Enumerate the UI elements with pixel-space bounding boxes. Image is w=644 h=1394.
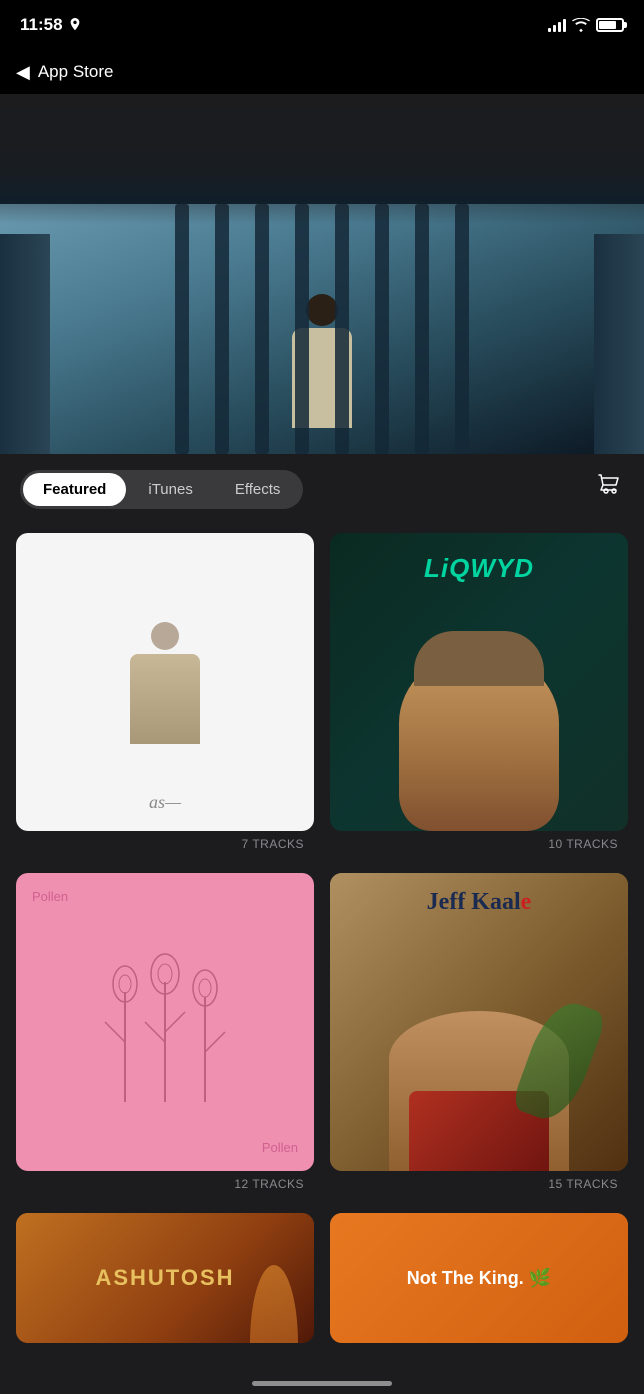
a1-head <box>151 622 179 650</box>
segment-control: Featured iTunes Effects <box>20 470 303 509</box>
king-title: Not The King. 🌿 <box>397 1258 561 1299</box>
album-card-2[interactable]: LiQWYD <box>330 533 628 831</box>
hero-scene <box>0 204 644 454</box>
jeff-face-container <box>389 971 569 1171</box>
album-card-king[interactable]: Not The King. 🌿 <box>330 1213 628 1343</box>
tab-featured[interactable]: Featured <box>23 473 126 506</box>
album-1-signature: as— <box>149 792 181 813</box>
jeff-name-highlight: e <box>521 889 532 915</box>
album-item-4: Jeff Kaale 15 TRACKS <box>330 873 628 1197</box>
hero-blur-overlay <box>0 94 644 224</box>
back-label[interactable]: App Store <box>38 62 114 82</box>
tab-bar: Featured iTunes Effects <box>0 454 644 525</box>
album-card-ashutosh[interactable]: ASHUTOSH <box>16 1213 314 1343</box>
cart-icon[interactable] <box>596 472 624 507</box>
pollen-label-bottom: Pollen <box>262 1140 298 1155</box>
album-artwork-4: Jeff Kaale <box>330 873 628 1171</box>
wifi-icon <box>572 18 590 32</box>
a1-body <box>130 654 200 744</box>
album-2-track-count: 10 TRACKS <box>330 831 628 857</box>
jeff-name: Jeff Kaale <box>427 889 532 915</box>
tab-effects[interactable]: Effects <box>215 473 301 506</box>
pollen-flowers-svg <box>95 942 235 1102</box>
jeff-title: Jeff Kaale <box>346 889 612 916</box>
status-icons <box>548 18 624 32</box>
signal-strength-icon <box>548 18 566 32</box>
album-3-track-count: 12 TRACKS <box>16 1171 314 1197</box>
album-artwork-1: as— <box>16 533 314 831</box>
liqwyd-title: LiQWYD <box>424 553 534 584</box>
left-pillar <box>0 234 50 454</box>
album-item-3: Pollen <box>16 873 314 1197</box>
tab-itunes[interactable]: iTunes <box>128 473 212 506</box>
hero-banner <box>0 94 644 454</box>
album-item-2: LiQWYD 10 TRACKS <box>330 533 628 857</box>
album-bottom-row: ASHUTOSH Not The King. 🌿 <box>0 1213 644 1363</box>
album-card-3[interactable]: Pollen <box>16 873 314 1171</box>
album-1-figure <box>105 622 225 752</box>
album-card-1[interactable]: as— <box>16 533 314 831</box>
location-icon <box>68 18 82 32</box>
back-arrow-icon[interactable]: ◀ <box>16 62 30 83</box>
album-grid: as— 7 TRACKS LiQWYD 10 TRACKS <box>0 525 644 1213</box>
battery-icon <box>596 18 624 32</box>
album-card-4[interactable]: Jeff Kaale <box>330 873 628 1171</box>
album-4-track-count: 15 TRACKS <box>330 1171 628 1197</box>
time-display: 11:58 <box>20 15 63 35</box>
album-artwork-2: LiQWYD <box>330 533 628 831</box>
bars-decoration <box>0 204 644 454</box>
ashutosh-title: ASHUTOSH <box>95 1265 234 1291</box>
liqwyd-face <box>330 622 628 831</box>
status-bar: 11:58 <box>0 0 644 50</box>
right-pillar <box>594 234 644 454</box>
pollen-label-top: Pollen <box>32 889 68 904</box>
album-1-track-count: 7 TRACKS <box>16 831 314 857</box>
beanie-shape <box>414 631 544 686</box>
navigation-bar: ◀ App Store <box>0 50 644 94</box>
home-indicator <box>252 1381 392 1386</box>
album-item-1: as— 7 TRACKS <box>16 533 314 857</box>
album-artwork-3: Pollen <box>16 873 314 1171</box>
status-time: 11:58 <box>20 15 82 35</box>
